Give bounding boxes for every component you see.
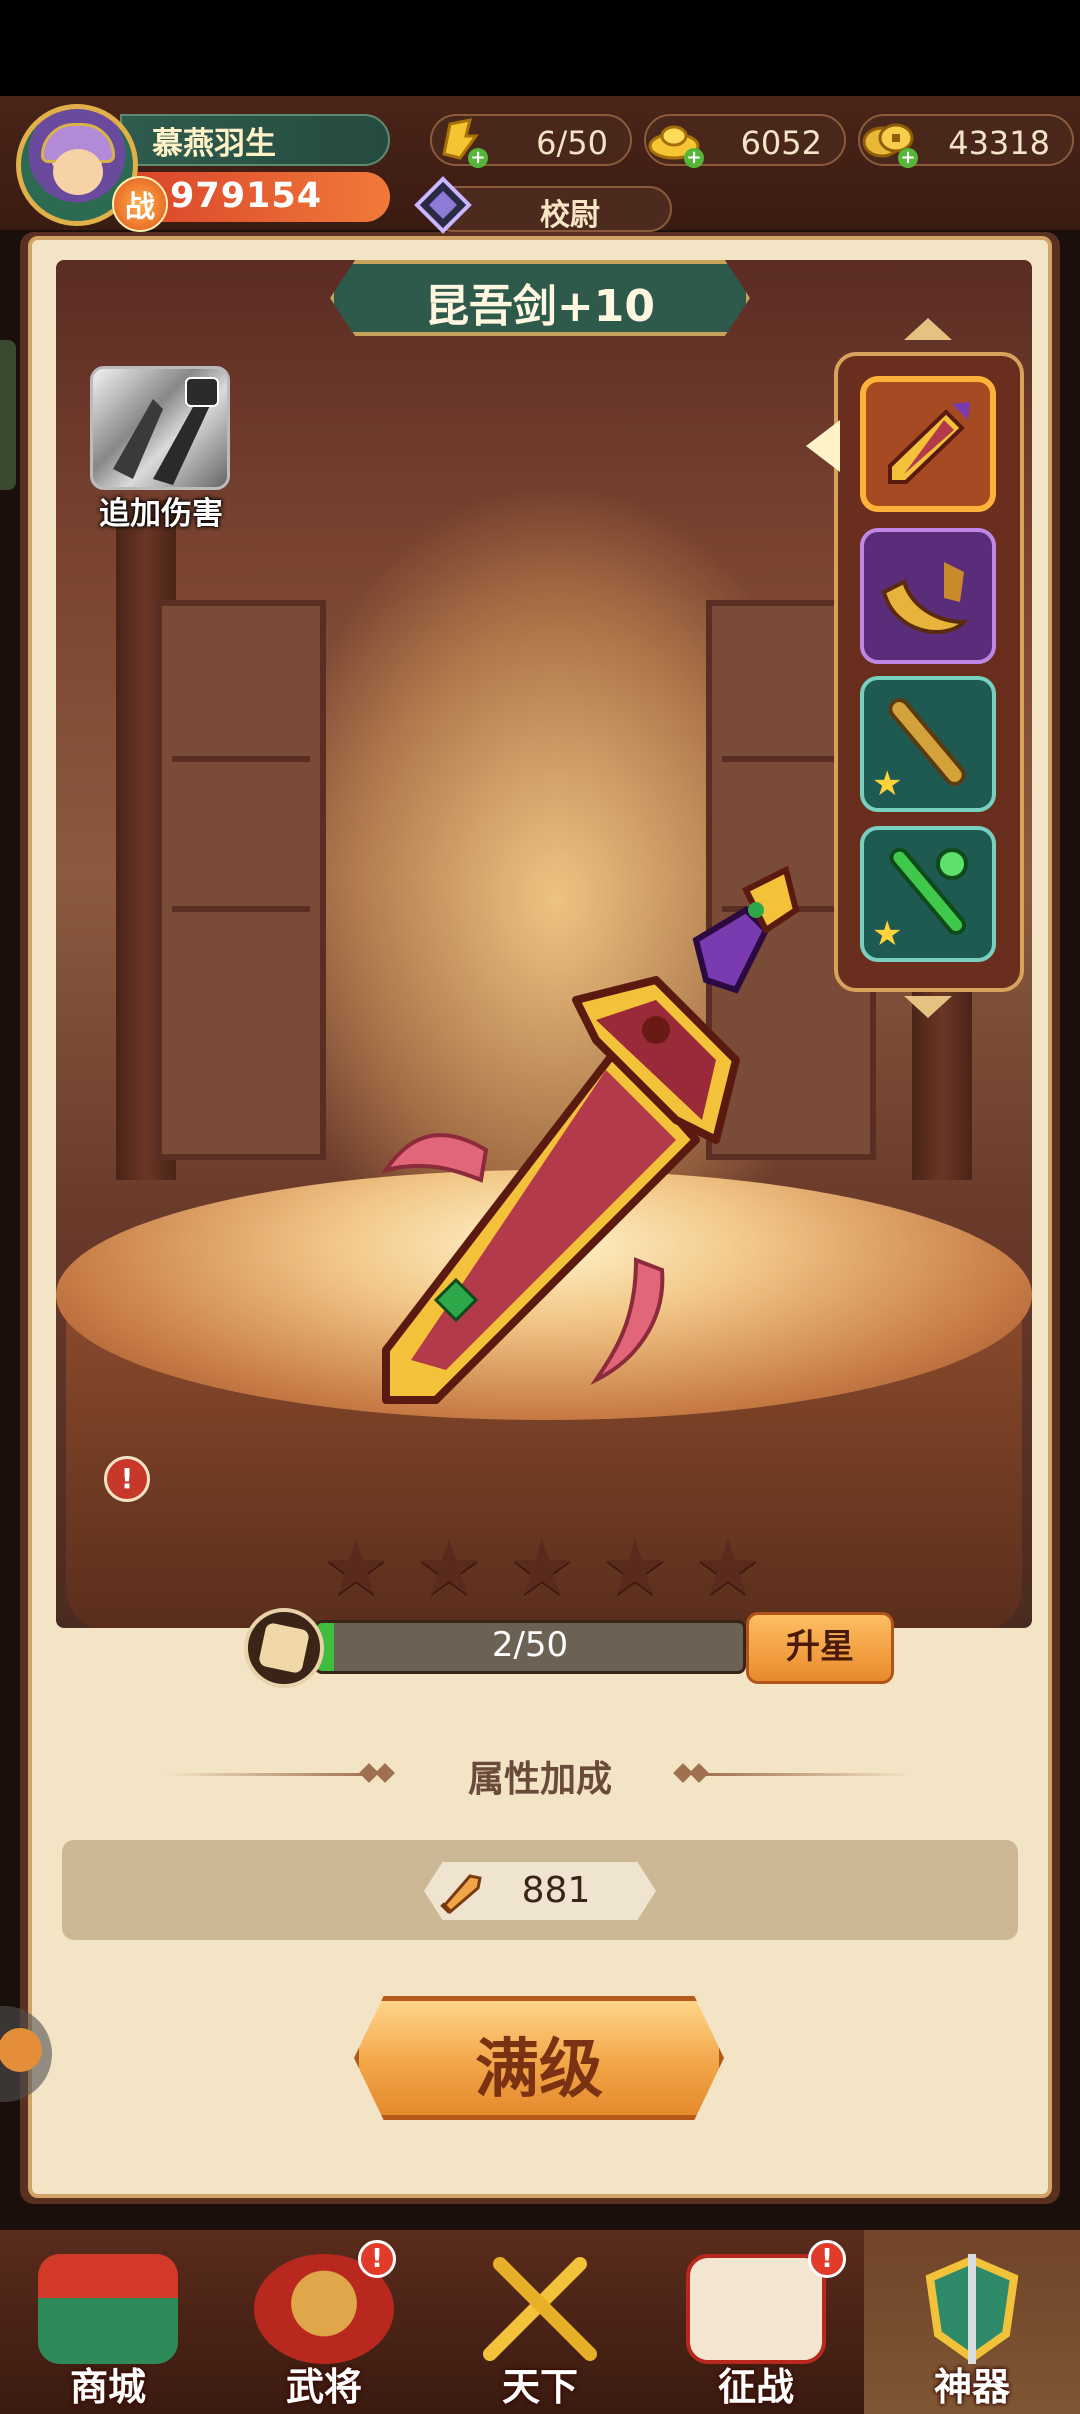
add-stamina-icon[interactable]: + xyxy=(468,148,488,168)
puzzle-shard-icon xyxy=(244,1608,324,1688)
stamina-value: 6/50 xyxy=(536,124,608,162)
attack-sword-icon xyxy=(440,1874,482,1915)
star-rating: ★ ★ ★ ★ ★ xyxy=(322,1528,762,1608)
max-level-label: 满级 xyxy=(475,2033,603,2107)
star-icon: ★ xyxy=(872,914,903,954)
star-icon: ★ xyxy=(414,1523,484,1612)
nav-world[interactable]: 天下 xyxy=(432,2230,648,2414)
nav-generals-badge: ! xyxy=(358,2240,396,2278)
divider xyxy=(702,1773,912,1776)
divider xyxy=(164,1773,374,1776)
add-coins-icon[interactable]: + xyxy=(898,148,918,168)
player-power: 979154 xyxy=(170,176,323,216)
player-name: 慕燕羽生 xyxy=(152,126,276,162)
nav-artifact[interactable]: 神器 xyxy=(864,2230,1080,2414)
assistant-icon xyxy=(0,2028,42,2072)
nav-generals-label: 武将 xyxy=(285,2365,362,2409)
star-icon: ★ xyxy=(693,1523,762,1612)
artifact-slot-bamboo-flute[interactable]: ★ xyxy=(860,676,996,812)
side-tab[interactable] xyxy=(0,340,16,490)
blade-icon xyxy=(881,562,969,634)
nav-world-label: 天下 xyxy=(501,2365,578,2409)
selected-indicator-icon xyxy=(806,420,840,472)
scroll-down-icon[interactable] xyxy=(904,996,952,1018)
nav-shop-label: 商城 xyxy=(69,2365,146,2409)
artifact-slot-jade-scepter[interactable]: ★ xyxy=(860,826,996,962)
sword-icon xyxy=(888,402,970,484)
shard-progress-text: 2/50 xyxy=(491,1625,569,1665)
nav-generals[interactable]: ! 武将 xyxy=(216,2230,432,2414)
lock-icon xyxy=(185,377,219,407)
star-icon: ★ xyxy=(507,1523,577,1612)
nav-artifact-label: 神器 xyxy=(933,2365,1010,2409)
info-icon[interactable]: ! xyxy=(104,1456,150,1502)
nav-campaign-badge: ! xyxy=(808,2240,846,2278)
power-badge: 战 xyxy=(112,176,168,232)
attribute-value: 881 xyxy=(521,1870,591,1911)
artifact-slot-kunwu-sword[interactable] xyxy=(860,376,996,512)
nav-campaign-label: 征战 xyxy=(717,2365,794,2409)
skill-icon[interactable] xyxy=(90,366,230,490)
artifact-slot-golden-blade[interactable] xyxy=(860,528,996,664)
scroll-up-icon[interactable] xyxy=(904,318,952,340)
gold-ingot-value: 6052 xyxy=(740,124,822,162)
status-bar xyxy=(0,0,1080,96)
star-icon: ★ xyxy=(872,764,903,804)
shop-icon xyxy=(38,2254,178,2364)
upgrade-star-button[interactable]: 升星 xyxy=(746,1612,894,1684)
sword-artwork xyxy=(381,865,800,1404)
face-icon xyxy=(53,149,103,195)
attribute-title: 属性加成 xyxy=(467,1759,612,1800)
rank-label: 校尉 xyxy=(540,198,600,233)
nav-shop[interactable]: 商城 xyxy=(0,2230,216,2414)
add-gold-ingot-icon[interactable]: + xyxy=(684,148,704,168)
star-icon: ★ xyxy=(322,1523,391,1612)
star-icon: ★ xyxy=(600,1523,669,1612)
rank-diamond-icon xyxy=(414,176,472,234)
nav-campaign[interactable]: ! 征战 xyxy=(648,2230,864,2414)
wall-panel xyxy=(156,600,326,1160)
coins-value: 43318 xyxy=(948,124,1050,162)
artifact-title: 昆吾剑+10 xyxy=(424,281,656,332)
skill-label: 追加伤害 xyxy=(99,496,223,532)
crossed-swords-icon xyxy=(483,2257,597,2361)
artifact-shield-icon xyxy=(925,2254,1019,2364)
war-banner-icon xyxy=(686,2254,826,2364)
